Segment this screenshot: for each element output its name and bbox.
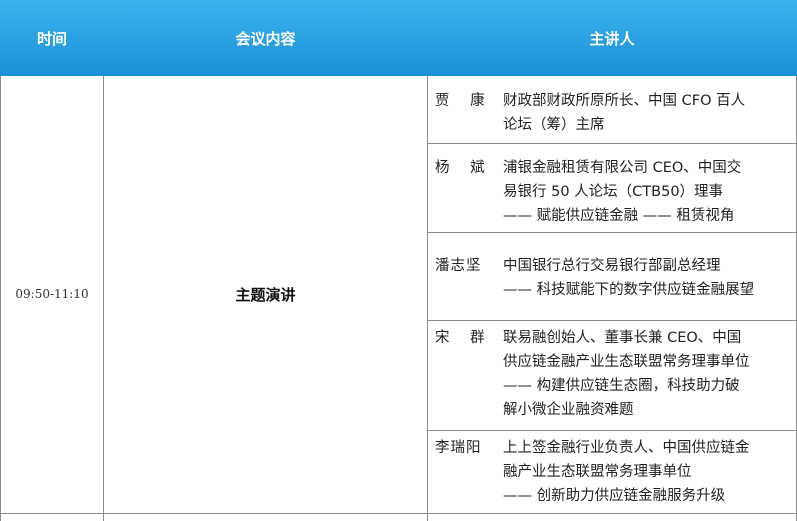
speaker-description: 财政部财政所原所长、中国 CFO 百人 论坛（筹）主席 — [503, 89, 789, 137]
speaker-row: 贾 康 财政部财政所原所长、中国 CFO 百人 论坛（筹）主席 — [427, 76, 797, 143]
speaker-description: 浦银金融租赁有限公司 CEO、中国交 易银行 50 人论坛（CTB50）理事 —… — [503, 156, 789, 228]
description-line: —— 创新助力供应链金融服务升级 — [503, 488, 726, 504]
description-line: 浦银金融租赁有限公司 CEO、中国交 — [503, 160, 742, 176]
speaker-row: 李瑞阳 上上签金融行业负责人、中国供应链金 融产业生态联盟常务理事单位 —— 创… — [427, 430, 797, 513]
description-line: 上上签金融行业负责人、中国供应链金 — [503, 440, 750, 456]
agenda-table: 时间 会议内容 主讲人 09:50-11:10 主题演讲 贾 康 财政部财政所原… — [0, 0, 797, 521]
speaker-name: 杨 斌 — [435, 160, 493, 176]
speaker-name: 贾 康 — [435, 93, 493, 109]
description-line: 解小微企业融资难题 — [503, 402, 634, 418]
description-line: —— 科技赋能下的数字供应链金融展望 — [503, 282, 755, 298]
speaker-description: 联易融创始人、董事长兼 CEO、中国 供应链金融产业生态联盟常务理事单位 —— … — [503, 326, 789, 422]
grid-line — [0, 513, 797, 514]
speaker-row: 潘志坚 中国银行总行交易银行部副总经理 —— 科技赋能下的数字供应链金融展望 — [427, 232, 797, 320]
description-line: 联易融创始人、董事长兼 CEO、中国 — [503, 330, 742, 346]
description-line: 论坛（筹）主席 — [503, 117, 605, 133]
description-line: 财政部财政所原所长、中国 CFO 百人 — [503, 93, 746, 109]
description-line: 融产业生态联盟常务理事单位 — [503, 464, 692, 480]
speaker-name: 宋 群 — [435, 330, 493, 346]
speaker-description: 上上签金融行业负责人、中国供应链金 融产业生态联盟常务理事单位 —— 创新助力供… — [503, 436, 789, 508]
description-line: 供应链金融产业生态联盟常务理事单位 — [503, 354, 750, 370]
description-line: 易银行 50 人论坛（CTB50）理事 — [503, 184, 724, 200]
session-content: 主题演讲 — [235, 285, 296, 304]
header-time: 时间 — [36, 29, 67, 48]
speaker-row: 宋 群 联易融创始人、董事长兼 CEO、中国 供应链金融产业生态联盟常务理事单位… — [427, 320, 797, 430]
speaker-description: 中国银行总行交易银行部副总经理 —— 科技赋能下的数字供应链金融展望 — [503, 254, 789, 302]
header-speaker: 主讲人 — [589, 29, 635, 48]
description-line: —— 构建供应链生态圈，科技助力破 — [503, 378, 740, 394]
speaker-name: 潘志坚 — [435, 258, 482, 274]
speaker-row: 杨 斌 浦银金融租赁有限公司 CEO、中国交 易银行 50 人论坛（CTB50）… — [427, 143, 797, 232]
description-line: 中国银行总行交易银行部副总经理 — [503, 258, 721, 274]
header-content: 会议内容 — [235, 29, 296, 48]
speaker-name: 李瑞阳 — [435, 440, 482, 456]
description-line: —— 赋能供应链金融 —— 租赁视角 — [503, 208, 735, 224]
table-header: 时间 会议内容 主讲人 — [0, 0, 797, 76]
session-time: 09:50-11:10 — [15, 287, 89, 301]
